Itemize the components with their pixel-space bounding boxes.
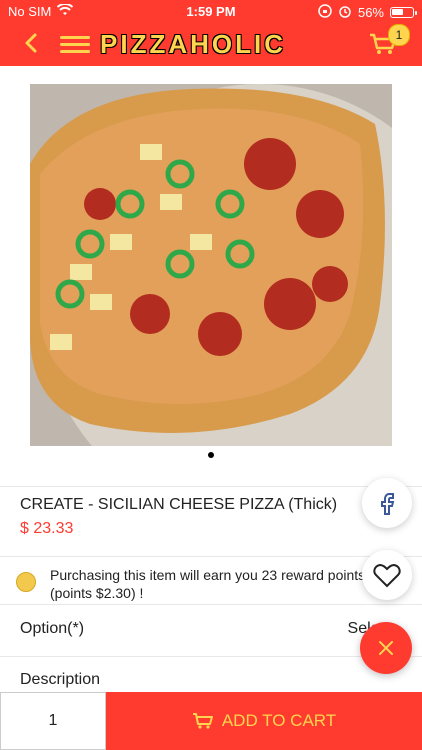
reward-text: Purchasing this item will earn you 23 re… [50, 567, 366, 601]
lock-rotation-icon [318, 4, 332, 21]
option-label: Option(*) [20, 620, 85, 637]
divider [0, 486, 422, 487]
carousel-indicator[interactable] [208, 452, 214, 458]
add-to-cart-label: ADD TO CART [221, 711, 337, 730]
menu-line [60, 36, 90, 39]
quantity-field[interactable]: 1 [0, 692, 106, 750]
product-name: CREATE - SICILIAN CHEESE PIZZA (Thick) [20, 496, 338, 513]
battery-percent: 56% [357, 5, 384, 20]
logo-text: PIZZAHOLIC [100, 28, 286, 59]
back-button[interactable] [18, 29, 46, 57]
close-icon [379, 641, 393, 655]
add-to-cart-button[interactable]: ADD TO CART [106, 692, 422, 750]
battery-fill [392, 9, 403, 15]
status-bar: No SIM 1:59 PM 56% [0, 0, 422, 22]
divider [0, 656, 422, 657]
nav-bar: PIZZAHOLIC 1 [0, 22, 422, 66]
cart-badge: 1 [388, 24, 410, 46]
cart-icon [192, 712, 214, 730]
reward-info: Purchasing this item will earn you 23 re… [16, 566, 368, 602]
coin-icon [16, 572, 36, 592]
description-label: Description [20, 671, 101, 688]
facebook-icon [381, 493, 395, 515]
heart-icon [373, 563, 401, 588]
menu-button[interactable] [60, 32, 90, 56]
divider [0, 604, 422, 605]
status-right: 56% [318, 4, 417, 21]
product-image [30, 84, 422, 524]
close-fab-button[interactable] [360, 622, 412, 674]
divider [0, 556, 422, 557]
product-price: $ 23.33 [20, 520, 74, 537]
battery-icon [390, 7, 417, 18]
favorite-button[interactable] [362, 550, 412, 600]
app-header: No SIM 1:59 PM 56% PIZZAHOLIC 1 [0, 0, 422, 66]
facebook-share-button[interactable] [362, 478, 412, 528]
menu-line [60, 50, 90, 53]
menu-line [60, 43, 90, 46]
alarm-icon [338, 4, 352, 21]
app-logo: PIZZAHOLIC [100, 28, 320, 60]
